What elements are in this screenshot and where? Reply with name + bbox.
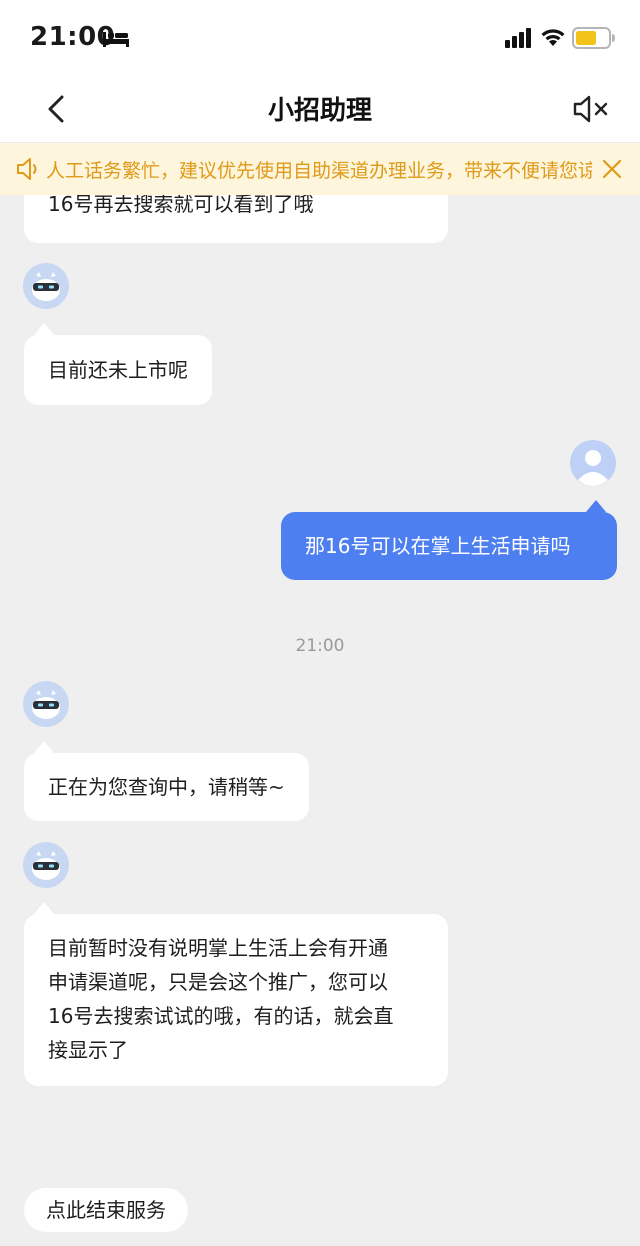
- bot-avatar: [23, 681, 69, 727]
- bubble-tail: [34, 902, 54, 914]
- bot-avatar: [23, 842, 69, 888]
- battery-icon: [572, 27, 615, 49]
- announcement-speaker-icon: [17, 158, 37, 180]
- chat-area[interactable]: 16号再去搜索就可以看到了哦 目前还未上市呢 那16号可以在掌上生活申请吗 21…: [0, 195, 640, 1246]
- end-service-button[interactable]: 点此结束服务: [24, 1188, 188, 1232]
- message-timestamp: 21:00: [295, 636, 345, 656]
- page-title: 小招助理: [267, 96, 372, 126]
- bot-message-bubble: 目前暂时没有说明掌上生活上会有开通 申请渠道呢，只是会这个推广，您可以 16号去…: [24, 914, 448, 1086]
- message-text-line: 接显示了: [48, 1038, 128, 1062]
- bot-message-bubble: 正在为您查询中，请稍等~: [24, 753, 309, 821]
- bot-avatar: [23, 263, 69, 309]
- speaker-mute-icon[interactable]: [572, 94, 612, 124]
- message-text: 那16号可以在掌上生活申请吗: [305, 534, 571, 558]
- message-text: 16号再去搜索就可以看到了哦: [48, 195, 314, 216]
- bubble-tail: [586, 500, 606, 512]
- message-text: 正在为您查询中，请稍等~: [48, 775, 285, 799]
- bot-message-bubble: 目前还未上市呢: [24, 335, 212, 405]
- bubble-tail: [34, 741, 54, 753]
- message-text: 目前还未上市呢: [48, 358, 188, 382]
- bot-message-bubble: 16号再去搜索就可以看到了哦: [24, 195, 448, 243]
- message-text-line: 申请渠道呢，只是会这个推广，您可以: [48, 970, 388, 994]
- close-icon[interactable]: [600, 157, 624, 181]
- user-avatar: [570, 440, 616, 486]
- wifi-icon: [541, 29, 565, 46]
- notice-banner: 人工话务繁忙，建议优先使用自助渠道办理业务，带来不便请您谅解: [0, 143, 640, 195]
- user-message-bubble: 那16号可以在掌上生活申请吗: [281, 512, 617, 580]
- message-text-line: 目前暂时没有说明掌上生活上会有开通: [48, 936, 388, 960]
- notice-text: 人工话务繁忙，建议优先使用自助渠道办理业务，带来不便请您谅解: [46, 160, 592, 182]
- navigation-bar: 小招助理: [0, 76, 640, 143]
- cellular-signal-icon: [505, 28, 531, 48]
- status-bar: 21:00: [0, 0, 640, 76]
- bubble-tail: [34, 323, 54, 335]
- sleep-mode-icon: [103, 32, 129, 47]
- message-text-line: 16号去搜索试试的哦，有的话，就会直: [48, 1004, 394, 1028]
